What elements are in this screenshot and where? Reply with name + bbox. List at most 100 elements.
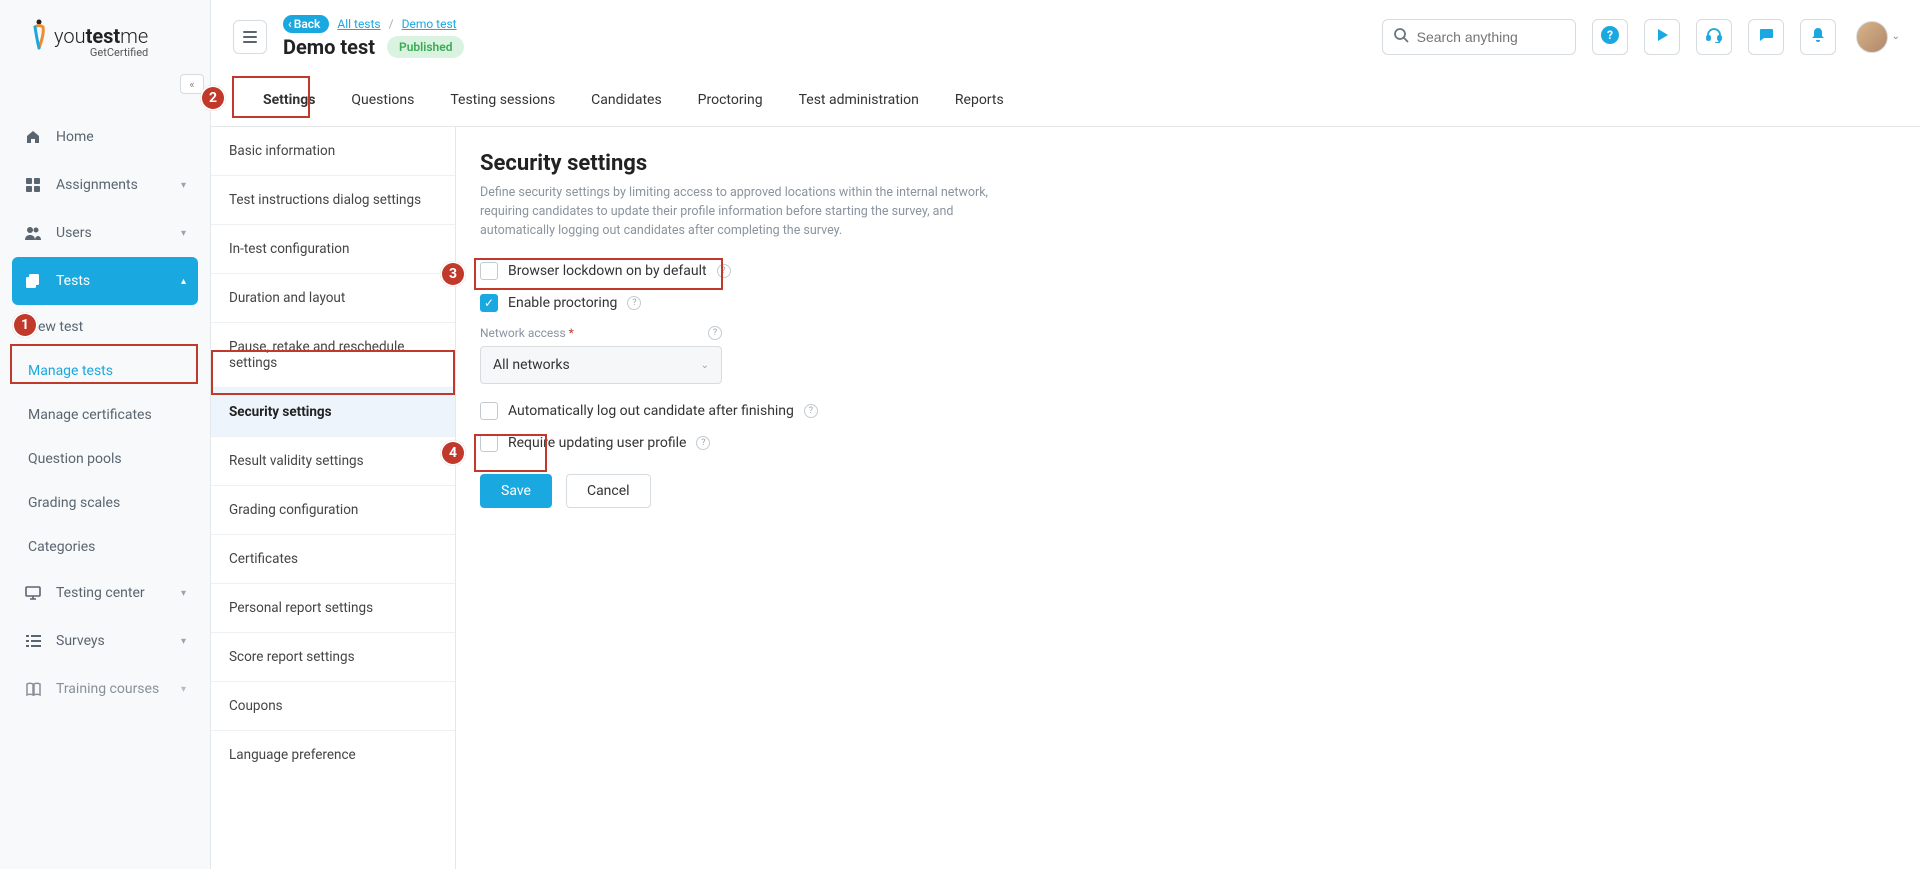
tab-candidates[interactable]: Candidates (573, 74, 680, 126)
sidebar-item-home[interactable]: Home (12, 113, 198, 161)
network-access-select[interactable]: All networks ⌄ (480, 346, 722, 384)
field-label: Browser lockdown on by default (508, 263, 707, 279)
chevron-down-icon: ⌄ (1892, 31, 1900, 42)
notifications-button[interactable] (1800, 19, 1836, 55)
sidebar-item-training-courses[interactable]: Training courses ▾ (12, 665, 198, 713)
sidebar-item-users[interactable]: Users ▾ (12, 209, 198, 257)
user-menu[interactable]: ⌄ (1856, 21, 1900, 53)
settings-nav-result-validity[interactable]: Result validity settings (211, 437, 455, 486)
settings-nav-duration-layout[interactable]: Duration and layout (211, 274, 455, 323)
sidebar: youtestme GetCertified « Home Assignment… (0, 0, 211, 869)
breadcrumb-all-tests[interactable]: All tests (337, 17, 380, 31)
settings-nav-pause-retake[interactable]: Pause, retake and reschedule settings (211, 323, 455, 388)
auto-logout-checkbox[interactable] (480, 402, 498, 420)
chevron-down-icon: ▾ (181, 588, 186, 599)
sidebar-item-label: Manage tests (28, 363, 113, 379)
settings-nav-security[interactable]: Security settings (211, 388, 455, 437)
support-button[interactable] (1696, 19, 1732, 55)
sidebar-item-tests[interactable]: Tests ▴ (12, 257, 198, 305)
play-icon (1655, 27, 1669, 46)
page-title: Demo test (283, 35, 375, 59)
tab-proctoring[interactable]: Proctoring (680, 74, 781, 126)
settings-nav-coupons[interactable]: Coupons (211, 682, 455, 731)
info-icon[interactable]: ? (804, 404, 818, 418)
chevron-down-icon: ▾ (181, 684, 186, 695)
copy-icon (24, 272, 42, 290)
sidebar-sub-question-pools[interactable]: Question pools (16, 437, 198, 481)
sidebar-sub-grading-scales[interactable]: Grading scales (16, 481, 198, 525)
sidebar-sub-categories[interactable]: Categories (16, 525, 198, 569)
tab-questions[interactable]: Questions (333, 74, 432, 126)
back-button[interactable]: ‹ Back (283, 15, 329, 33)
chevron-down-icon: ▾ (181, 180, 186, 191)
hamburger-button[interactable] (233, 20, 267, 54)
play-button[interactable] (1644, 19, 1680, 55)
search-input[interactable] (1417, 29, 1598, 45)
settings-nav-basic-information[interactable]: Basic information (211, 127, 455, 176)
tabs: Settings Questions Testing sessions Cand… (211, 74, 1920, 127)
logo: youtestme GetCertified (0, 14, 210, 79)
tab-settings[interactable]: Settings (245, 74, 333, 126)
sidebar-item-label: Training courses (56, 681, 159, 697)
enable-proctoring-checkbox[interactable]: ✓ (480, 294, 498, 312)
chat-button[interactable] (1748, 19, 1784, 55)
network-access-label: Network access * ? (480, 326, 722, 340)
sidebar-item-assignments[interactable]: Assignments ▾ (12, 161, 198, 209)
chevron-down-icon: ⌄ (701, 360, 709, 371)
required-marker: * (569, 326, 574, 340)
field-label: Require updating user profile (508, 435, 686, 451)
sidebar-sub-manage-certificates[interactable]: Manage certificates (16, 393, 198, 437)
field-label: Automatically log out candidate after fi… (508, 403, 794, 419)
book-icon (24, 680, 42, 698)
require-profile-checkbox[interactable] (480, 434, 498, 452)
breadcrumb-demo-test[interactable]: Demo test (402, 17, 457, 31)
tab-reports[interactable]: Reports (937, 74, 1022, 126)
sidebar-item-testing-center[interactable]: Testing center ▾ (12, 569, 198, 617)
header: ‹ Back All tests / Demo test Demo test P… (211, 0, 1920, 74)
sidebar-item-label: Home (56, 129, 94, 145)
list-icon (24, 632, 42, 650)
sidebar-tests-submenu: New test Manage tests Manage certificate… (16, 305, 198, 569)
field-label: Enable proctoring (508, 295, 617, 311)
settings-nav-personal-report[interactable]: Personal report settings (211, 584, 455, 633)
info-icon[interactable]: ? (627, 296, 641, 310)
chat-icon (1758, 27, 1774, 47)
settings-nav-score-report[interactable]: Score report settings (211, 633, 455, 682)
headset-icon (1706, 27, 1722, 47)
users-icon (24, 224, 42, 242)
settings-nav-language[interactable]: Language preference (211, 731, 455, 779)
tab-test-administration[interactable]: Test administration (781, 74, 937, 126)
sidebar-item-label: Assignments (56, 177, 138, 193)
save-button[interactable]: Save (480, 474, 552, 508)
panel-title: Security settings (480, 151, 1896, 176)
sidebar-item-label: Testing center (56, 585, 145, 601)
chevron-up-icon: ▴ (181, 276, 186, 287)
sidebar-sub-new-test[interactable]: New test (16, 305, 198, 349)
chevron-down-icon: ▾ (181, 636, 186, 647)
logo-text: youtestme (54, 24, 148, 48)
tab-testing-sessions[interactable]: Testing sessions (432, 74, 573, 126)
help-button[interactable]: ? (1592, 19, 1628, 55)
info-icon[interactable]: ? (708, 326, 722, 340)
sidebar-sub-manage-tests[interactable]: Manage tests (16, 349, 198, 393)
settings-nav-in-test-config[interactable]: In-test configuration (211, 225, 455, 274)
chevron-left-icon: ‹ (288, 17, 292, 31)
svg-text:?: ? (1607, 28, 1613, 42)
field-enable-proctoring: ✓ Enable proctoring ? (480, 294, 1896, 312)
sidebar-collapse-button[interactable]: « (180, 74, 204, 94)
settings-nav-test-instructions[interactable]: Test instructions dialog settings (211, 176, 455, 225)
panel-description: Define security settings by limiting acc… (480, 184, 1020, 240)
browser-lockdown-checkbox[interactable] (480, 262, 498, 280)
cancel-button[interactable]: Cancel (566, 474, 651, 508)
sidebar-item-label: Tests (56, 273, 90, 289)
search-input-wrapper[interactable] (1382, 19, 1576, 55)
breadcrumb: ‹ Back All tests / Demo test (283, 15, 464, 33)
settings-nav-grading-config[interactable]: Grading configuration (211, 486, 455, 535)
info-icon[interactable]: ? (717, 264, 731, 278)
back-label: Back (294, 17, 321, 31)
settings-nav-certificates[interactable]: Certificates (211, 535, 455, 584)
sidebar-item-label: Grading scales (28, 495, 120, 511)
info-icon[interactable]: ? (696, 436, 710, 450)
field-auto-logout: Automatically log out candidate after fi… (480, 402, 1896, 420)
sidebar-item-surveys[interactable]: Surveys ▾ (12, 617, 198, 665)
